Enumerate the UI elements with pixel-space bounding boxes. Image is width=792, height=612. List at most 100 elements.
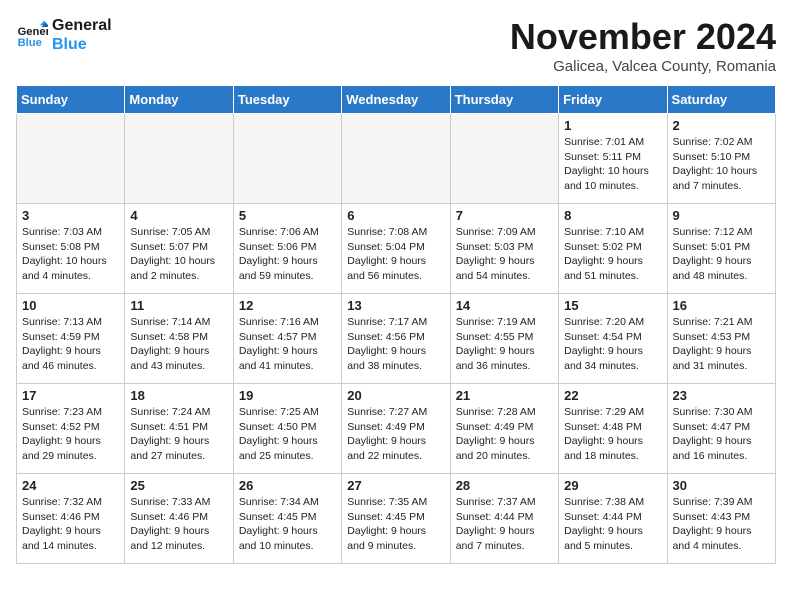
calendar-cell: 26Sunrise: 7:34 AMSunset: 4:45 PMDayligh…: [233, 474, 341, 564]
logo: General Blue General Blue: [16, 16, 112, 54]
day-info: Sunrise: 7:32 AMSunset: 4:46 PMDaylight:…: [22, 495, 119, 554]
calendar-week-row: 24 Sunrise: 7:32 AMSunset: 4:46 PMDayligh…: [17, 474, 776, 564]
logo-icon: General Blue: [16, 19, 48, 51]
day-number: 16: [673, 298, 770, 313]
day-number: 1: [564, 118, 661, 133]
calendar-table: SundayMondayTuesdayWednesdayThursdayFrid…: [16, 85, 776, 564]
calendar-cell: 2 Sunrise: 7:02 AMSunset: 5:10 PMDaylight…: [667, 114, 775, 204]
day-number: 29: [564, 478, 661, 493]
day-number: 5: [239, 208, 336, 223]
day-number: 2: [673, 118, 770, 133]
day-number: 20: [347, 388, 444, 403]
day-info: Sunrise: 7:12 AMSunset: 5:01 PMDaylight:…: [673, 225, 770, 284]
day-info: Sunrise: 7:06 AMSunset: 5:06 PMDaylight:…: [239, 225, 336, 284]
day-info: Sunrise: 7:19 AMSunset: 4:55 PMDaylight:…: [456, 315, 553, 374]
calendar-cell: [125, 114, 233, 204]
day-number: 19: [239, 388, 336, 403]
day-number: 10: [22, 298, 119, 313]
day-info: Sunrise: 7:09 AMSunset: 5:03 PMDaylight:…: [456, 225, 553, 284]
day-number: 30: [673, 478, 770, 493]
calendar-cell: 19 Sunrise: 7:25 AMSunset: 4:50 PMDayligh…: [233, 384, 341, 474]
calendar-cell: [342, 114, 450, 204]
calendar-cell: 22Sunrise: 7:29 AMSunset: 4:48 PMDayligh…: [559, 384, 667, 474]
calendar-header-row: SundayMondayTuesdayWednesdayThursdayFrid…: [17, 86, 776, 114]
day-info: Sunrise: 7:25 AMSunset: 4:50 PMDaylight:…: [239, 405, 336, 464]
calendar-cell: [233, 114, 341, 204]
calendar-body: 1 Sunrise: 7:01 AMSunset: 5:11 PMDaylight…: [17, 114, 776, 564]
day-number: 17: [22, 388, 119, 403]
calendar-cell: 27 Sunrise: 7:35 AMSunset: 4:45 PMDayligh…: [342, 474, 450, 564]
calendar-cell: 1 Sunrise: 7:01 AMSunset: 5:11 PMDaylight…: [559, 114, 667, 204]
day-info: Sunrise: 7:01 AMSunset: 5:11 PMDaylight:…: [564, 135, 661, 194]
calendar-cell: 12 Sunrise: 7:16 AMSunset: 4:57 PMDayligh…: [233, 294, 341, 384]
calendar-cell: 20Sunrise: 7:27 AMSunset: 4:49 PMDayligh…: [342, 384, 450, 474]
day-info: Sunrise: 7:23 AMSunset: 4:52 PMDaylight:…: [22, 405, 119, 464]
day-number: 27: [347, 478, 444, 493]
weekday-header: Tuesday: [233, 86, 341, 114]
day-number: 8: [564, 208, 661, 223]
day-info: Sunrise: 7:28 AMSunset: 4:49 PMDaylight:…: [456, 405, 553, 464]
calendar-cell: 29 Sunrise: 7:38 AMSunset: 4:44 PMDayligh…: [559, 474, 667, 564]
day-info: Sunrise: 7:35 AMSunset: 4:45 PMDaylight:…: [347, 495, 444, 554]
location-subtitle: Galicea, Valcea County, Romania: [510, 58, 776, 75]
day-number: 9: [673, 208, 770, 223]
calendar-cell: 21 Sunrise: 7:28 AMSunset: 4:49 PMDayligh…: [450, 384, 558, 474]
calendar-week-row: 1 Sunrise: 7:01 AMSunset: 5:11 PMDaylight…: [17, 114, 776, 204]
title-block: November 2024 Galicea, Valcea County, Ro…: [510, 16, 776, 75]
calendar-cell: 28 Sunrise: 7:37 AMSunset: 4:44 PMDayligh…: [450, 474, 558, 564]
logo-general: General: [52, 16, 112, 35]
calendar-cell: 8Sunrise: 7:10 AMSunset: 5:02 PMDaylight…: [559, 204, 667, 294]
day-number: 13: [347, 298, 444, 313]
calendar-cell: 9 Sunrise: 7:12 AMSunset: 5:01 PMDaylight…: [667, 204, 775, 294]
calendar-cell: 23 Sunrise: 7:30 AMSunset: 4:47 PMDayligh…: [667, 384, 775, 474]
day-info: Sunrise: 7:03 AMSunset: 5:08 PMDaylight:…: [22, 225, 119, 284]
day-number: 23: [673, 388, 770, 403]
day-info: Sunrise: 7:02 AMSunset: 5:10 PMDaylight:…: [673, 135, 770, 194]
day-info: Sunrise: 7:20 AMSunset: 4:54 PMDaylight:…: [564, 315, 661, 374]
logo-blue: Blue: [52, 35, 112, 54]
weekday-header: Monday: [125, 86, 233, 114]
day-info: Sunrise: 7:16 AMSunset: 4:57 PMDaylight:…: [239, 315, 336, 374]
calendar-cell: 25 Sunrise: 7:33 AMSunset: 4:46 PMDayligh…: [125, 474, 233, 564]
calendar-cell: 15 Sunrise: 7:20 AMSunset: 4:54 PMDayligh…: [559, 294, 667, 384]
day-number: 15: [564, 298, 661, 313]
page-header: General Blue General Blue November 2024 …: [16, 16, 776, 75]
calendar-cell: 13 Sunrise: 7:17 AMSunset: 4:56 PMDayligh…: [342, 294, 450, 384]
day-info: Sunrise: 7:30 AMSunset: 4:47 PMDaylight:…: [673, 405, 770, 464]
month-title: November 2024: [510, 16, 776, 58]
weekday-header: Sunday: [17, 86, 125, 114]
day-number: 14: [456, 298, 553, 313]
day-info: Sunrise: 7:13 AMSunset: 4:59 PMDaylight:…: [22, 315, 119, 374]
day-info: Sunrise: 7:29 AMSunset: 4:48 PMDaylight:…: [564, 405, 661, 464]
calendar-cell: 16Sunrise: 7:21 AMSunset: 4:53 PMDayligh…: [667, 294, 775, 384]
calendar-cell: 7 Sunrise: 7:09 AMSunset: 5:03 PMDaylight…: [450, 204, 558, 294]
day-info: Sunrise: 7:38 AMSunset: 4:44 PMDaylight:…: [564, 495, 661, 554]
day-number: 26: [239, 478, 336, 493]
day-number: 24: [22, 478, 119, 493]
svg-text:General: General: [18, 26, 48, 38]
calendar-cell: 30Sunrise: 7:39 AMSunset: 4:43 PMDayligh…: [667, 474, 775, 564]
calendar-week-row: 17 Sunrise: 7:23 AMSunset: 4:52 PMDayligh…: [17, 384, 776, 474]
calendar-cell: 18Sunrise: 7:24 AMSunset: 4:51 PMDayligh…: [125, 384, 233, 474]
calendar-cell: [450, 114, 558, 204]
calendar-cell: [17, 114, 125, 204]
day-number: 11: [130, 298, 227, 313]
day-info: Sunrise: 7:08 AMSunset: 5:04 PMDaylight:…: [347, 225, 444, 284]
day-number: 28: [456, 478, 553, 493]
day-info: Sunrise: 7:33 AMSunset: 4:46 PMDaylight:…: [130, 495, 227, 554]
calendar-week-row: 3 Sunrise: 7:03 AMSunset: 5:08 PMDaylight…: [17, 204, 776, 294]
day-number: 18: [130, 388, 227, 403]
day-number: 25: [130, 478, 227, 493]
calendar-cell: 11Sunrise: 7:14 AMSunset: 4:58 PMDayligh…: [125, 294, 233, 384]
day-info: Sunrise: 7:17 AMSunset: 4:56 PMDaylight:…: [347, 315, 444, 374]
day-number: 12: [239, 298, 336, 313]
weekday-header: Wednesday: [342, 86, 450, 114]
day-number: 3: [22, 208, 119, 223]
day-number: 21: [456, 388, 553, 403]
calendar-cell: 6Sunrise: 7:08 AMSunset: 5:04 PMDaylight…: [342, 204, 450, 294]
calendar-cell: 10 Sunrise: 7:13 AMSunset: 4:59 PMDayligh…: [17, 294, 125, 384]
day-number: 7: [456, 208, 553, 223]
day-info: Sunrise: 7:37 AMSunset: 4:44 PMDaylight:…: [456, 495, 553, 554]
calendar-cell: 4Sunrise: 7:05 AMSunset: 5:07 PMDaylight…: [125, 204, 233, 294]
svg-text:Blue: Blue: [18, 37, 42, 49]
